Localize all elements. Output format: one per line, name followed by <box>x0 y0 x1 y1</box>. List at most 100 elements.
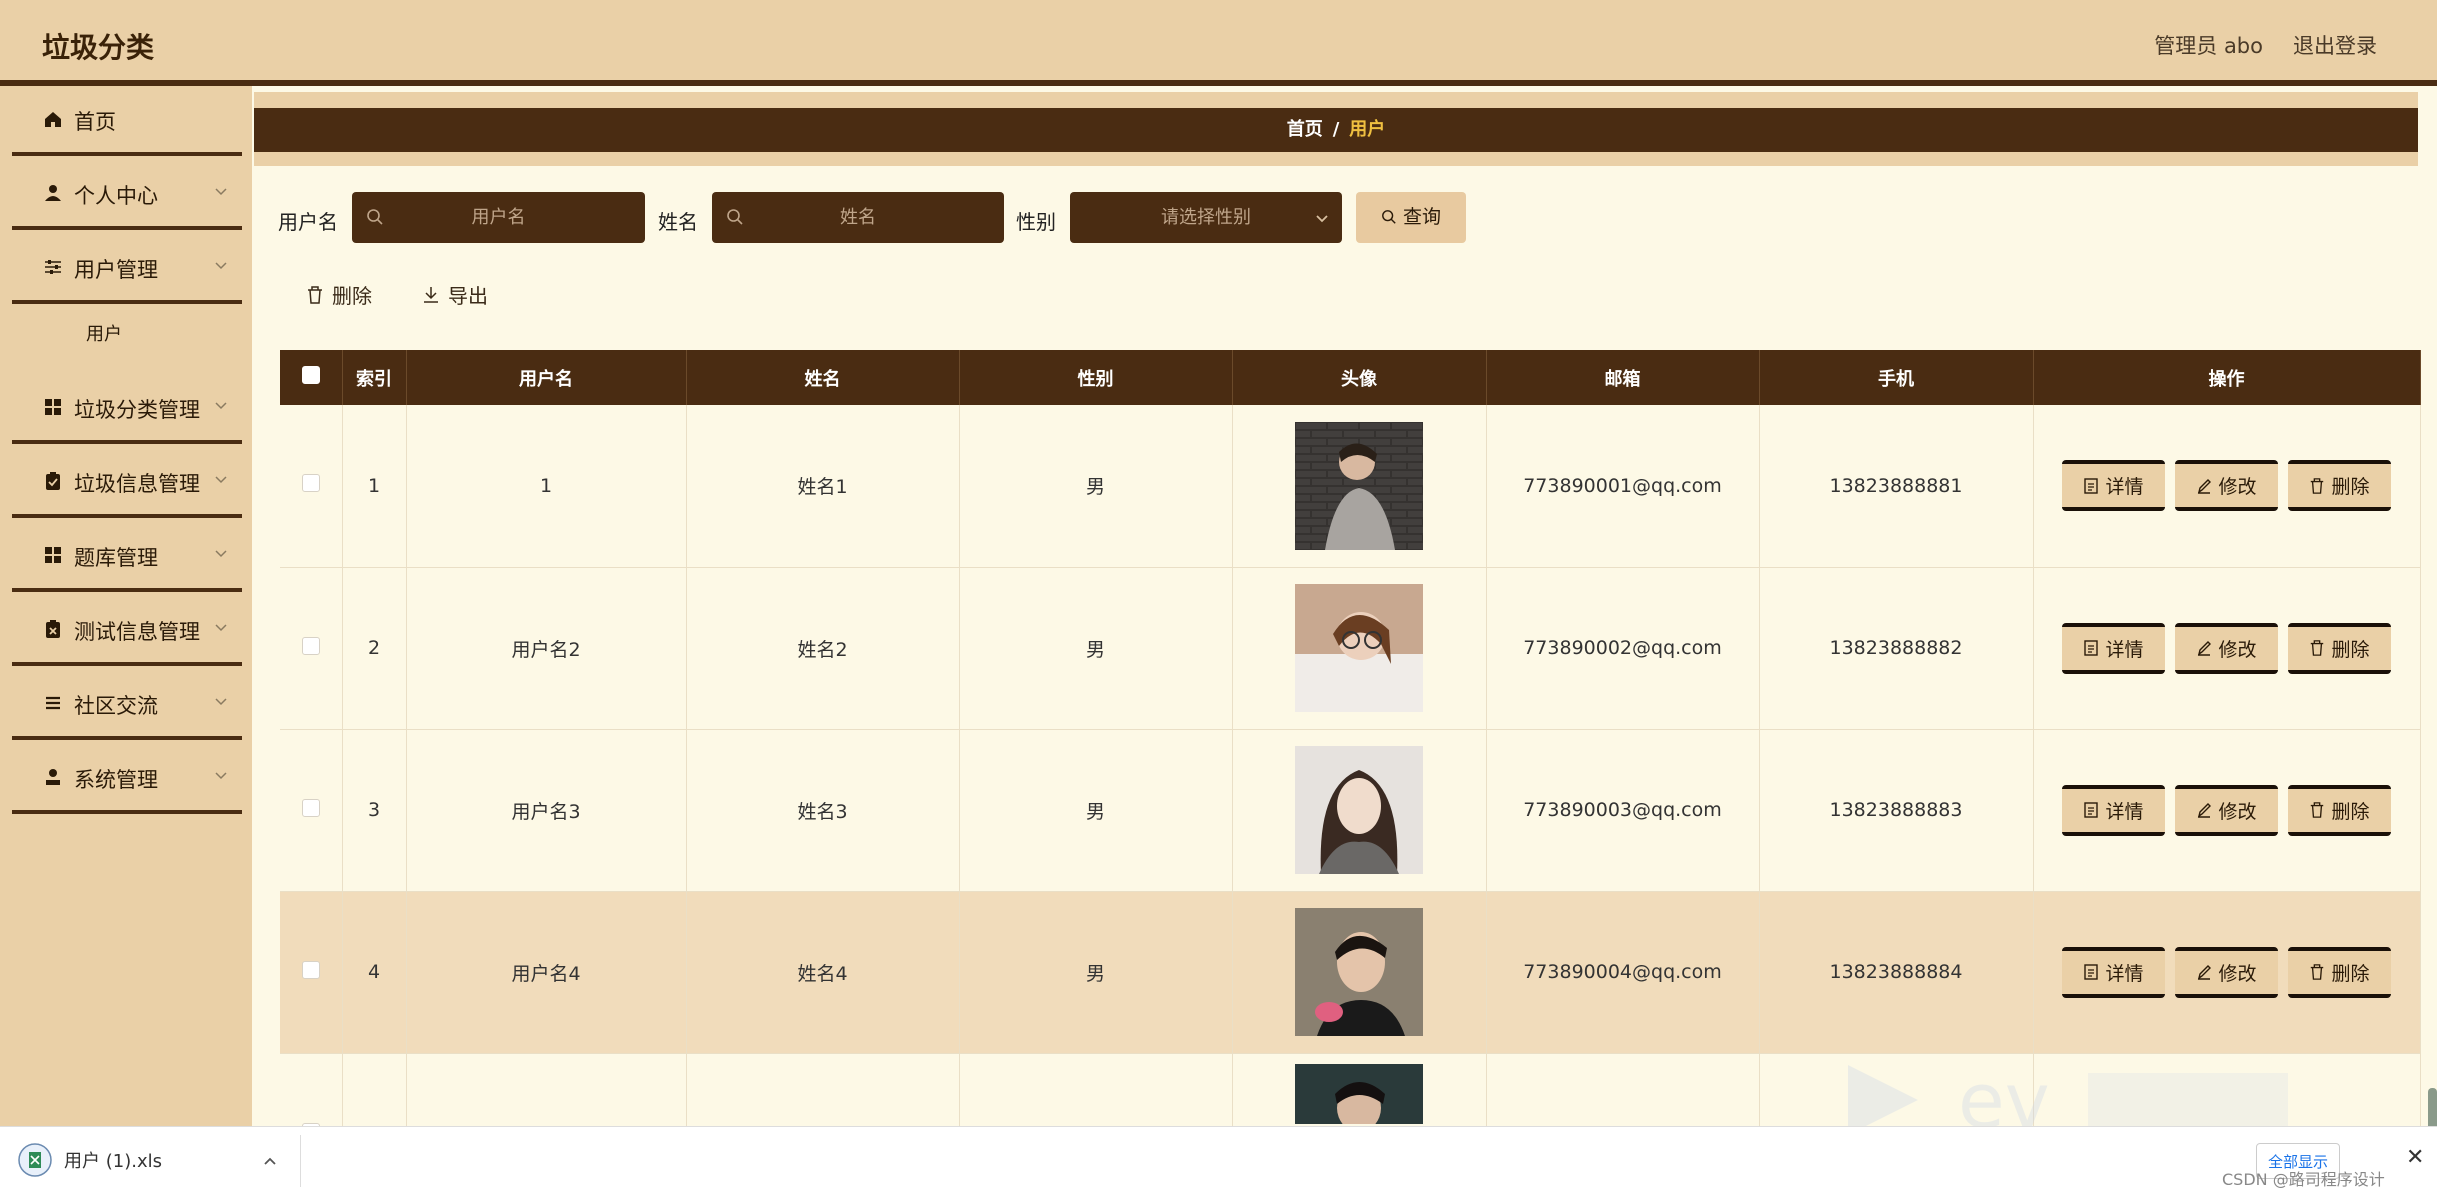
cell-username: 1 <box>406 405 687 568</box>
query-button[interactable]: 查询 <box>1356 192 1466 243</box>
cell-username: 用户名3 <box>406 729 687 892</box>
detail-button[interactable]: 详情 <box>2062 946 2165 998</box>
detail-button[interactable]: 详情 <box>2062 784 2165 836</box>
csdn-watermark: CSDN @路司程序设计 <box>2222 1170 2385 1189</box>
cell-index: 3 <box>342 729 407 892</box>
sidebar-item-system[interactable]: 系统管理 <box>12 744 242 814</box>
avatar <box>1295 584 1423 712</box>
select-all-cell <box>280 350 343 405</box>
sidebar-item-question-bank[interactable]: 题库管理 <box>12 522 242 592</box>
sidebar-item-garbage-category[interactable]: 垃圾分类管理 <box>12 374 242 444</box>
row-checkbox[interactable] <box>301 960 320 979</box>
clipboard-icon <box>46 472 60 490</box>
document-icon <box>2084 478 2099 494</box>
search-icon <box>1382 210 1396 224</box>
sidebar-subitem-user[interactable]: 用户 <box>86 320 122 346</box>
delete-button[interactable]: 删除 <box>2288 784 2391 836</box>
name-search-input[interactable]: 姓名 <box>712 192 1004 243</box>
trash-icon <box>308 285 322 304</box>
cell-index: 1 <box>342 405 407 568</box>
pencil-icon <box>2198 478 2212 494</box>
search-icon <box>727 209 743 225</box>
grid-icon <box>45 547 61 563</box>
cell-name: 姓名1 <box>686 405 960 568</box>
batch-delete-button[interactable]: 删除 <box>306 280 372 309</box>
logout-link[interactable]: 退出登录 <box>2293 30 2377 60</box>
sidebar-item-home[interactable]: 首页 <box>12 86 242 156</box>
breadcrumb-home[interactable]: 首页 <box>1287 119 1323 140</box>
sliders-icon <box>45 260 61 274</box>
sidebar-item-test-info[interactable]: 测试信息管理 <box>12 596 242 666</box>
chevron-down-icon <box>215 476 227 484</box>
chevron-up-icon[interactable] <box>262 1153 278 1169</box>
grid-icon <box>45 399 61 415</box>
detail-button[interactable]: 详情 <box>2062 622 2165 674</box>
export-button[interactable]: 导出 <box>422 280 488 309</box>
trash-icon <box>2311 802 2324 818</box>
table-row: 4 用户名4 姓名4 男 773890004@qq.com 1382388888… <box>280 891 2421 1054</box>
download-icon <box>424 286 438 303</box>
search-icon <box>367 209 383 225</box>
sidebar-item-label: 用户管理 <box>74 258 158 282</box>
export-label: 导出 <box>448 284 488 308</box>
edit-label: 修改 <box>2218 638 2257 661</box>
list-icon <box>46 696 60 710</box>
edit-button[interactable]: 修改 <box>2175 784 2278 836</box>
edit-label: 修改 <box>2218 800 2257 823</box>
sidebar-item-personal[interactable]: 个人中心 <box>12 160 242 230</box>
sidebar-item-community[interactable]: 社区交流 <box>12 670 242 740</box>
username-placeholder: 用户名 <box>471 207 526 228</box>
sidebar-item-garbage-info[interactable]: 垃圾信息管理 <box>12 448 242 518</box>
delete-button[interactable]: 删除 <box>2288 460 2391 512</box>
column-header: 邮箱 <box>1486 350 1760 405</box>
cell-index: 4 <box>342 891 407 1054</box>
name-placeholder: 姓名 <box>840 207 876 228</box>
sidebar-item-label: 系统管理 <box>74 768 158 792</box>
clipboard-x-icon <box>46 620 60 638</box>
column-header: 手机 <box>1759 350 2034 405</box>
cell-email: 773890003@qq.com <box>1486 729 1760 892</box>
trash-icon <box>2311 640 2324 656</box>
gender-select[interactable]: 请选择性别 <box>1070 192 1342 243</box>
cell-email: 773890001@qq.com <box>1486 405 1760 568</box>
edit-label: 修改 <box>2218 476 2257 499</box>
sidebar-item-label: 垃圾分类管理 <box>74 398 200 422</box>
document-icon <box>2084 640 2099 656</box>
edit-button[interactable]: 修改 <box>2175 460 2278 512</box>
chevron-down-icon <box>215 550 227 558</box>
chevron-down-icon <box>215 188 227 196</box>
row-checkbox[interactable] <box>301 474 320 493</box>
cell-username: 用户名2 <box>406 567 687 730</box>
cell-index: 2 <box>342 567 407 730</box>
cell-email: 773890002@qq.com <box>1486 567 1760 730</box>
cell-phone: 13823888881 <box>1759 405 2034 568</box>
cell-name: 姓名4 <box>686 891 960 1054</box>
sidebar-item-user-mgmt[interactable]: 用户管理 <box>12 234 242 304</box>
table-row: 2 用户名2 姓名2 男 773890002@qq.com 1382388888… <box>280 567 2421 730</box>
delete-button[interactable]: 删除 <box>2288 622 2391 674</box>
row-checkbox[interactable] <box>301 798 320 817</box>
close-icon[interactable]: ✕ <box>2406 1145 2424 1170</box>
row-checkbox[interactable] <box>301 636 320 655</box>
username-search-input[interactable]: 用户名 <box>352 192 645 243</box>
admin-label[interactable]: 管理员 abo <box>2154 30 2263 60</box>
delete-button[interactable]: 删除 <box>2288 946 2391 998</box>
download-item[interactable]: 用户 (1).xls <box>18 1143 162 1177</box>
main-content: 首页 / 用户 用户名 用户名 姓名 姓名 性别 请选择性别 查询 删除 导出 索引 <box>254 92 2421 1195</box>
breadcrumb-current: 用户 <box>1349 119 1386 140</box>
chevron-down-icon <box>215 624 227 632</box>
column-header: 用户名 <box>406 350 687 405</box>
column-header: 操作 <box>2033 350 2421 405</box>
detail-button[interactable]: 详情 <box>2062 460 2165 512</box>
column-header: 索引 <box>342 350 407 405</box>
cell-email: 773890004@qq.com <box>1486 891 1760 1054</box>
pencil-icon <box>2198 803 2212 818</box>
edit-button[interactable]: 修改 <box>2175 622 2278 674</box>
delete-label: 删除 <box>2331 638 2370 661</box>
column-header: 姓名 <box>686 350 960 405</box>
edit-button[interactable]: 修改 <box>2175 946 2278 998</box>
cell-gender: 男 <box>959 891 1233 1054</box>
sidebar-item-label: 首页 <box>74 110 116 134</box>
select-all-checkbox[interactable] <box>301 366 320 384</box>
delete-label: 删除 <box>2331 800 2370 823</box>
